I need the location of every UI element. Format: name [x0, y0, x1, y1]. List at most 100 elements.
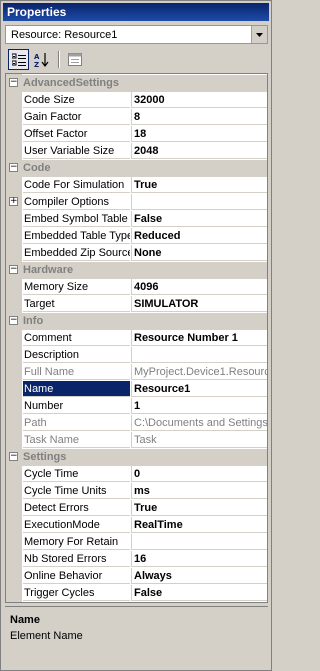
alphabetical-button[interactable]: A Z — [31, 49, 52, 70]
property-value[interactable]: Resource1 — [131, 381, 267, 397]
properties-window: Properties Resource: Resource1 A Z − Adv… — [0, 0, 272, 671]
property-label[interactable]: Offset Factor — [23, 126, 130, 142]
property-value[interactable]: 8 — [131, 109, 267, 125]
category-row[interactable]: − Code — [6, 160, 267, 177]
property-row[interactable]: Offset Factor 18 — [6, 126, 267, 143]
property-value[interactable]: True — [131, 177, 267, 193]
property-row[interactable]: Online Behavior Always — [6, 568, 267, 585]
category-label: AdvancedSettings — [23, 77, 119, 89]
property-label[interactable]: Code Size — [23, 92, 130, 108]
property-label[interactable]: Full Name — [23, 364, 130, 380]
property-label[interactable]: Path — [23, 415, 130, 431]
property-row[interactable]: Path C:\Documents and Settings\ — [6, 415, 267, 432]
property-label[interactable]: Task Name — [23, 432, 130, 448]
property-value[interactable]: 2048 — [131, 143, 267, 159]
property-row[interactable]: Cycle Time Units ms — [6, 483, 267, 500]
property-label[interactable]: Comment — [23, 330, 130, 346]
property-label[interactable]: Memory Size — [23, 279, 130, 295]
property-value[interactable]: SIMULATOR — [131, 296, 267, 312]
property-value[interactable]: 16 — [131, 551, 267, 567]
category-row[interactable]: − Settings — [6, 449, 267, 466]
property-value[interactable] — [131, 347, 267, 363]
description-text: Element Name — [10, 630, 83, 642]
property-row[interactable]: Nb Stored Errors 16 — [6, 551, 267, 568]
property-row[interactable]: Name Resource1 — [6, 381, 267, 398]
property-row[interactable]: Number 1 — [6, 398, 267, 415]
property-label[interactable]: User Variable Size — [23, 143, 130, 159]
property-row[interactable]: Detect Errors True — [6, 500, 267, 517]
property-row[interactable]: Trigger Cycles False — [6, 585, 267, 602]
categorized-button[interactable] — [8, 49, 29, 70]
collapse-icon[interactable]: − — [9, 265, 18, 274]
property-label[interactable]: Cycle Time — [23, 466, 130, 482]
property-label[interactable]: Code For Simulation — [23, 177, 130, 193]
property-row[interactable]: Code Size 32000 — [6, 92, 267, 109]
property-label[interactable]: Description — [23, 347, 130, 363]
category-label: Hardware — [23, 264, 74, 276]
property-value[interactable]: False — [131, 211, 267, 227]
property-row[interactable]: Code For Simulation True — [6, 177, 267, 194]
property-label[interactable]: Embedded Zip Source — [23, 245, 130, 261]
collapse-icon[interactable]: − — [9, 78, 18, 87]
property-row[interactable]: Full NameMyProject.Device1.Resource1 — [6, 364, 267, 381]
property-label[interactable]: Online Behavior — [23, 568, 130, 584]
collapse-icon[interactable]: − — [9, 163, 18, 172]
object-selector-dropdown[interactable]: Resource: Resource1 — [5, 25, 268, 44]
property-value[interactable]: None — [131, 245, 267, 261]
description-pane: Name Element Name — [5, 606, 268, 667]
property-row[interactable]: User Variable Size 2048 — [6, 143, 267, 160]
property-label[interactable]: Number — [23, 398, 130, 414]
property-label[interactable]: ExecutionMode — [23, 517, 130, 533]
toolbar-separator — [58, 51, 60, 68]
property-value[interactable]: 1 — [131, 398, 267, 414]
property-row[interactable]: Memory Size 4096 — [6, 279, 267, 296]
property-row[interactable]: Description — [6, 347, 267, 364]
property-label[interactable]: Embed Symbol Table — [23, 211, 130, 227]
category-row[interactable]: − Info — [6, 313, 267, 330]
property-value[interactable]: 18 — [131, 126, 267, 142]
property-label[interactable]: Cycle Time Units — [23, 483, 130, 499]
expand-icon[interactable]: + — [9, 197, 18, 206]
category-row[interactable]: − Hardware — [6, 262, 267, 279]
property-label[interactable]: Detect Errors — [23, 500, 130, 516]
property-value[interactable]: 0 — [131, 466, 267, 482]
property-row[interactable]: Embed Symbol Table False — [6, 211, 267, 228]
svg-text:A: A — [34, 53, 40, 61]
property-value[interactable] — [131, 534, 267, 550]
category-row[interactable]: − AdvancedSettings — [6, 75, 267, 92]
property-value[interactable]: Always — [131, 568, 267, 584]
property-label[interactable]: Memory For Retain — [23, 534, 130, 550]
category-label: Code — [23, 162, 51, 174]
property-pages-button[interactable] — [64, 49, 85, 70]
property-value[interactable]: Resource Number 1 — [131, 330, 267, 346]
property-row[interactable]: Embedded Table Type Reduced — [6, 228, 267, 245]
property-row[interactable]: Memory For Retain — [6, 534, 267, 551]
collapse-icon[interactable]: − — [9, 316, 18, 325]
property-row[interactable]: Comment Resource Number 1 — [6, 330, 267, 347]
collapse-icon[interactable]: − — [9, 452, 18, 461]
property-row[interactable]: Embedded Zip Source None — [6, 245, 267, 262]
property-label[interactable]: Compiler Options — [23, 194, 130, 210]
property-row[interactable]: ExecutionMode RealTime — [6, 517, 267, 534]
property-value[interactable]: Reduced — [131, 228, 267, 244]
property-row[interactable]: Target SIMULATOR — [6, 296, 267, 313]
property-value[interactable]: ms — [131, 483, 267, 499]
property-value[interactable]: True — [131, 500, 267, 516]
property-value[interactable]: 4096 — [131, 279, 267, 295]
property-value[interactable] — [131, 194, 267, 210]
dropdown-arrow-button[interactable] — [251, 26, 267, 43]
property-label[interactable]: Name — [23, 381, 130, 397]
property-row[interactable]: + Compiler Options — [6, 194, 267, 211]
property-row[interactable]: Task Name Task — [6, 432, 267, 449]
property-value: Task — [131, 432, 267, 448]
property-row[interactable]: Cycle Time 0 — [6, 466, 267, 483]
property-label[interactable]: Trigger Cycles — [23, 585, 130, 601]
property-value[interactable]: 32000 — [131, 92, 267, 108]
property-label[interactable]: Target — [23, 296, 130, 312]
property-label[interactable]: Gain Factor — [23, 109, 130, 125]
property-label[interactable]: Nb Stored Errors — [23, 551, 130, 567]
property-label[interactable]: Embedded Table Type — [23, 228, 130, 244]
property-row[interactable]: Gain Factor 8 — [6, 109, 267, 126]
property-value[interactable]: RealTime — [131, 517, 267, 533]
property-value[interactable]: False — [131, 585, 267, 601]
